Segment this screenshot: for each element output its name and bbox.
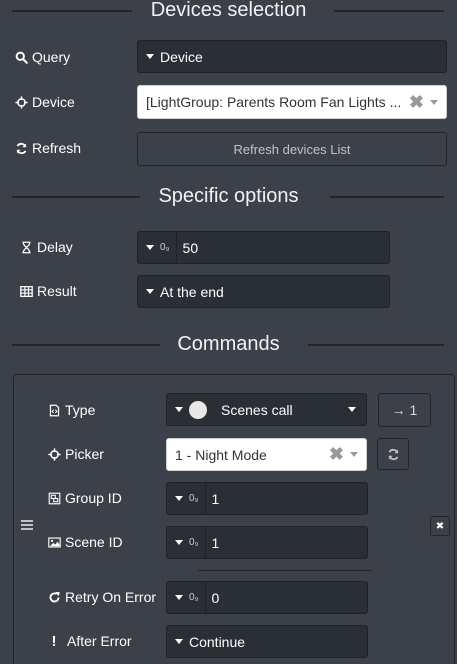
picker-refresh-button[interactable] (377, 438, 409, 470)
section-title-devices-selection: Devices selection (136, 0, 321, 21)
picker-label: Picker (47, 444, 104, 464)
device-select[interactable]: [LightGroup: Parents Room Fan Lights ...… (137, 85, 447, 119)
scene-id-input[interactable]: 0₉ 1 (166, 526, 368, 559)
result-value: At the end (160, 283, 224, 300)
retry-on-error-label-text: Retry On Error (65, 589, 157, 605)
hourglass-icon (19, 240, 33, 254)
exclamation-icon: ! (51, 632, 57, 650)
image-icon (47, 535, 61, 549)
device-label-text: Device (32, 94, 75, 110)
picker-label-text: Picker (65, 446, 104, 462)
number-type-select[interactable]: 0₉ (167, 527, 206, 558)
section-header-specific-options: Specific options (0, 181, 457, 211)
number-type-icon: 0₉ (160, 242, 170, 253)
caret-down-icon (175, 595, 183, 600)
caret-down-icon (175, 407, 183, 412)
caret-down-icon (350, 452, 358, 457)
group-id-input[interactable]: 0₉ 1 (166, 482, 368, 515)
redo-icon (47, 590, 61, 604)
result-select[interactable]: At the end (137, 275, 390, 308)
section-title-commands: Commands (163, 333, 294, 355)
refresh-devices-button-label: Refresh devices List (233, 141, 351, 157)
after-error-label-text: After Error (67, 633, 132, 649)
result-label: Result (19, 281, 77, 301)
caret-down-icon (430, 99, 438, 105)
caret-down-icon (146, 289, 154, 294)
scene-id-value: 1 (211, 534, 220, 551)
refresh-devices-button[interactable]: Refresh devices List (137, 132, 447, 166)
query-label-text: Query (32, 49, 71, 65)
type-label-text: Type (65, 402, 96, 418)
number-type-icon: 0₉ (189, 537, 199, 548)
number-type-select[interactable]: 0₉ (167, 483, 206, 514)
close-icon: ✖ (435, 520, 445, 532)
arrow-one-button[interactable]: → 1 (378, 393, 431, 427)
object-group-icon (47, 491, 61, 505)
device-value: [LightGroup: Parents Room Fan Lights ... (146, 94, 402, 110)
caret-down-icon (348, 407, 356, 412)
after-error-select[interactable]: Continue (166, 625, 368, 658)
result-label-text: Result (37, 283, 77, 299)
refresh-icon (14, 141, 28, 155)
caret-down-icon (146, 245, 154, 250)
caret-down-icon (175, 639, 183, 644)
type-select[interactable]: Scenes call (166, 393, 367, 426)
file-code-icon (47, 403, 61, 417)
number-type-icon: 0₉ (189, 592, 199, 603)
group-id-label-text: Group ID (65, 490, 122, 506)
drag-handle-icon[interactable] (21, 520, 33, 530)
picker-select[interactable]: 1 - Night Mode ✖ (166, 438, 367, 471)
scene-id-label: Scene ID (47, 532, 123, 552)
clear-icon[interactable]: ✖ (409, 92, 424, 113)
caret-down-icon (175, 540, 183, 545)
retry-on-error-label: Retry On Error (47, 587, 156, 607)
panel-divider (198, 570, 372, 571)
query-label: Query (14, 47, 70, 67)
search-icon (14, 50, 28, 64)
type-label: Type (47, 400, 95, 420)
section-header-devices-selection: Devices selection (0, 0, 457, 25)
circle-icon (189, 400, 207, 419)
retry-on-error-value: 0 (211, 589, 220, 606)
type-value: Scenes call (221, 401, 293, 418)
delay-value: 50 (182, 239, 199, 256)
crosshairs-icon (14, 95, 28, 109)
refresh-label: Refresh (14, 138, 81, 158)
group-id-label: Group ID (47, 488, 122, 508)
crosshairs-icon (47, 447, 61, 461)
picker-value: 1 - Night Mode (175, 446, 267, 463)
clear-icon[interactable]: ✖ (329, 444, 344, 465)
refresh-icon (387, 448, 400, 461)
arrow-one-label: → 1 (391, 402, 418, 418)
group-id-value: 1 (211, 490, 220, 507)
caret-down-icon (175, 496, 183, 501)
section-header-commands: Commands (0, 329, 457, 359)
number-type-icon: 0₉ (189, 493, 199, 504)
retry-on-error-input[interactable]: 0₉ 0 (166, 581, 368, 614)
device-label: Device (14, 92, 75, 112)
delay-input[interactable]: 0₉ 50 (137, 231, 390, 264)
caret-down-icon (146, 54, 154, 59)
query-value: Device (160, 48, 203, 65)
number-type-select[interactable]: 0₉ (138, 232, 177, 263)
table-icon (19, 284, 33, 298)
number-type-select[interactable]: 0₉ (167, 582, 206, 613)
section-title-specific-options: Specific options (144, 185, 313, 207)
refresh-label-text: Refresh (32, 140, 82, 156)
after-error-value: Continue (189, 633, 246, 650)
delay-label-text: Delay (37, 239, 73, 255)
query-select[interactable]: Device (137, 40, 447, 73)
delay-label: Delay (19, 237, 73, 257)
after-error-label: ! After Error (47, 631, 132, 651)
remove-command-button[interactable]: ✖ (430, 516, 450, 536)
scene-id-label-text: Scene ID (65, 534, 123, 550)
